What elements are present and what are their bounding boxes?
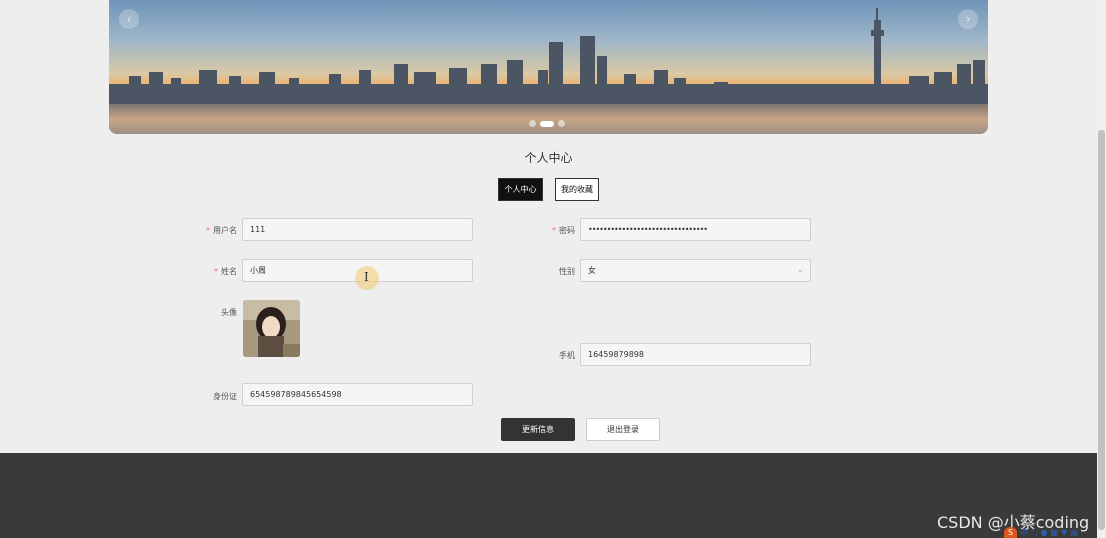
scrollbar-thumb[interactable]	[1098, 130, 1105, 530]
chevron-left-icon: ‹	[126, 12, 132, 26]
carousel-dot[interactable]	[529, 120, 536, 127]
city-skyline-image	[109, 8, 988, 134]
sogou-logo-icon: S	[1004, 527, 1017, 538]
chevron-right-icon: ›	[965, 12, 971, 26]
gender-select[interactable]: 女 ⌄	[580, 259, 811, 282]
punctuation-icon[interactable]: °,	[1031, 528, 1038, 537]
page-title: 个人中心	[524, 151, 573, 165]
password-label: * 密码	[552, 226, 575, 235]
required-mark: *	[552, 226, 556, 235]
banner-carousel[interactable]: ‹ ›	[109, 0, 988, 134]
password-field[interactable]: ••••••••••••••••••••••••••••••••	[580, 218, 811, 241]
skin-icon[interactable]: ▼	[1061, 528, 1067, 537]
id-card-field[interactable]: 654598789845654598	[242, 383, 473, 406]
avatar-label: 头像	[221, 308, 237, 317]
required-mark: *	[214, 267, 218, 276]
keyboard-icon[interactable]: ▦	[1051, 528, 1059, 537]
required-mark: *	[206, 226, 210, 235]
gender-value: 女	[588, 266, 596, 275]
phone-label: 手机	[559, 351, 575, 360]
gender-label: 性别	[559, 267, 575, 276]
carousel-indicators	[529, 120, 565, 127]
carousel-next-button[interactable]: ›	[958, 9, 978, 29]
id-card-label: 身份证	[213, 392, 237, 401]
update-info-button[interactable]: 更新信息	[501, 418, 575, 441]
logout-button[interactable]: 退出登录	[586, 418, 660, 441]
tab-profile[interactable]: 个人中心	[498, 178, 543, 201]
avatar[interactable]	[243, 300, 300, 357]
ime-lang[interactable]: 中	[1020, 527, 1028, 538]
chevron-down-icon: ⌄	[796, 265, 804, 275]
microphone-icon[interactable]: ●	[1041, 528, 1048, 537]
text-cursor-icon: I	[364, 270, 369, 284]
ime-toolbar[interactable]: S 中 °, ● ▦ ▼ ▤	[1004, 527, 1078, 538]
footer	[0, 453, 1097, 538]
carousel-prev-button[interactable]: ‹	[119, 9, 139, 29]
avatar-image	[243, 300, 300, 357]
name-label: * 姓名	[214, 267, 237, 276]
carousel-dot[interactable]	[558, 120, 565, 127]
username-field[interactable]: 111	[242, 218, 473, 241]
toolbox-icon[interactable]: ▤	[1070, 528, 1078, 537]
tab-favorites[interactable]: 我的收藏	[555, 178, 599, 201]
username-label: * 用户名	[206, 226, 237, 235]
phone-field[interactable]: 16459879898	[580, 343, 811, 366]
carousel-dot-active[interactable]	[540, 120, 554, 127]
